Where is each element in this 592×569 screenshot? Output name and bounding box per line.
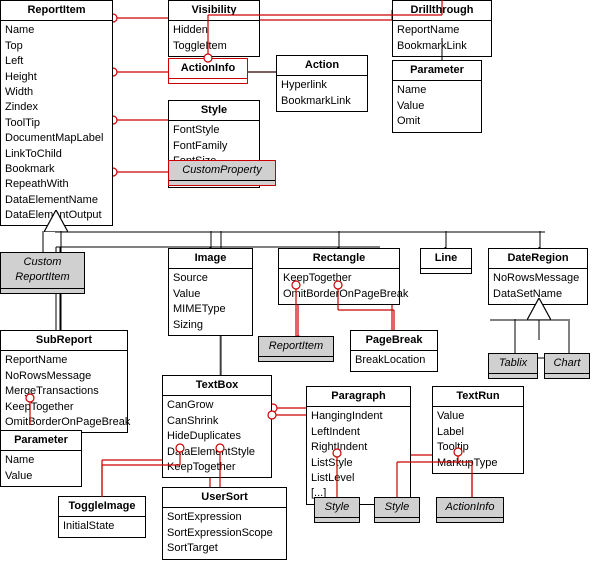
line-box: Line xyxy=(420,248,472,274)
dateregion-vert xyxy=(539,231,541,249)
image-box: Image Source Value MIMEType Sizing xyxy=(168,248,253,336)
parameter-top-box: Parameter Name Value Omit xyxy=(392,60,482,133)
actioninfo-box: ActionInfo xyxy=(168,58,248,84)
textbox-box: TextBox CanGrow CanShrink HideDuplicates… xyxy=(162,375,272,478)
action-box: Action Hyperlink BookmarkLink xyxy=(276,55,368,112)
customproperty-box: CustomProperty xyxy=(168,160,276,186)
style-ref1-box: Style xyxy=(314,497,360,523)
custom-reportitem-box: CustomReportItem xyxy=(0,252,85,294)
tablix-vert xyxy=(514,319,516,354)
chart-box: Chart xyxy=(544,353,590,379)
rect-vert xyxy=(338,231,340,249)
visibility-box: Visibility Hidden ToggleItem xyxy=(168,0,260,57)
toggleimage-box: ToggleImage InitialState xyxy=(58,496,146,538)
reportitem-box: ReportItem Name Top Left Height Width Zi… xyxy=(0,0,113,226)
inherit-horizontal xyxy=(55,231,545,233)
diagram: ReportItem Name Top Left Height Width Zi… xyxy=(0,0,592,569)
reportitem-inherit-triangle xyxy=(44,210,68,232)
parameter-sub-box: Parameter Name Value xyxy=(0,430,82,487)
pagebreak-box: PageBreak BreakLocation xyxy=(350,330,438,372)
line-vert xyxy=(445,231,447,249)
style-ref2-box: Style xyxy=(374,497,420,523)
subreport-box: SubReport ReportName NoRowsMessage Merge… xyxy=(0,330,128,433)
chart-vert xyxy=(568,319,570,354)
image-vert xyxy=(210,231,212,249)
dateregion-box: DateRegion NoRowsMessage DataSetName xyxy=(488,248,588,305)
reportitem-ref-box: ReportItem xyxy=(258,336,334,362)
reportitem-title: ReportItem xyxy=(1,3,112,21)
paragraph-box: Paragraph HangingIndent LeftIndent Right… xyxy=(306,386,411,505)
dr-inherit-horiz xyxy=(490,319,568,321)
dateregion-inherit-triangle xyxy=(527,298,551,320)
drillthrough-box: Drillthrough ReportName BookmarkLink xyxy=(392,0,492,57)
usersort-box: UserSort SortExpression SortExpressionSc… xyxy=(162,487,287,560)
actioninfo-ref-box: ActionInfo xyxy=(436,497,504,523)
rectangle-box: Rectangle KeepTogether OmitBorderOnPageB… xyxy=(278,248,400,305)
textrun-box: TextRun Value Label Tooltip MarkupType xyxy=(432,386,524,474)
tablix-box: Tablix xyxy=(488,353,538,379)
